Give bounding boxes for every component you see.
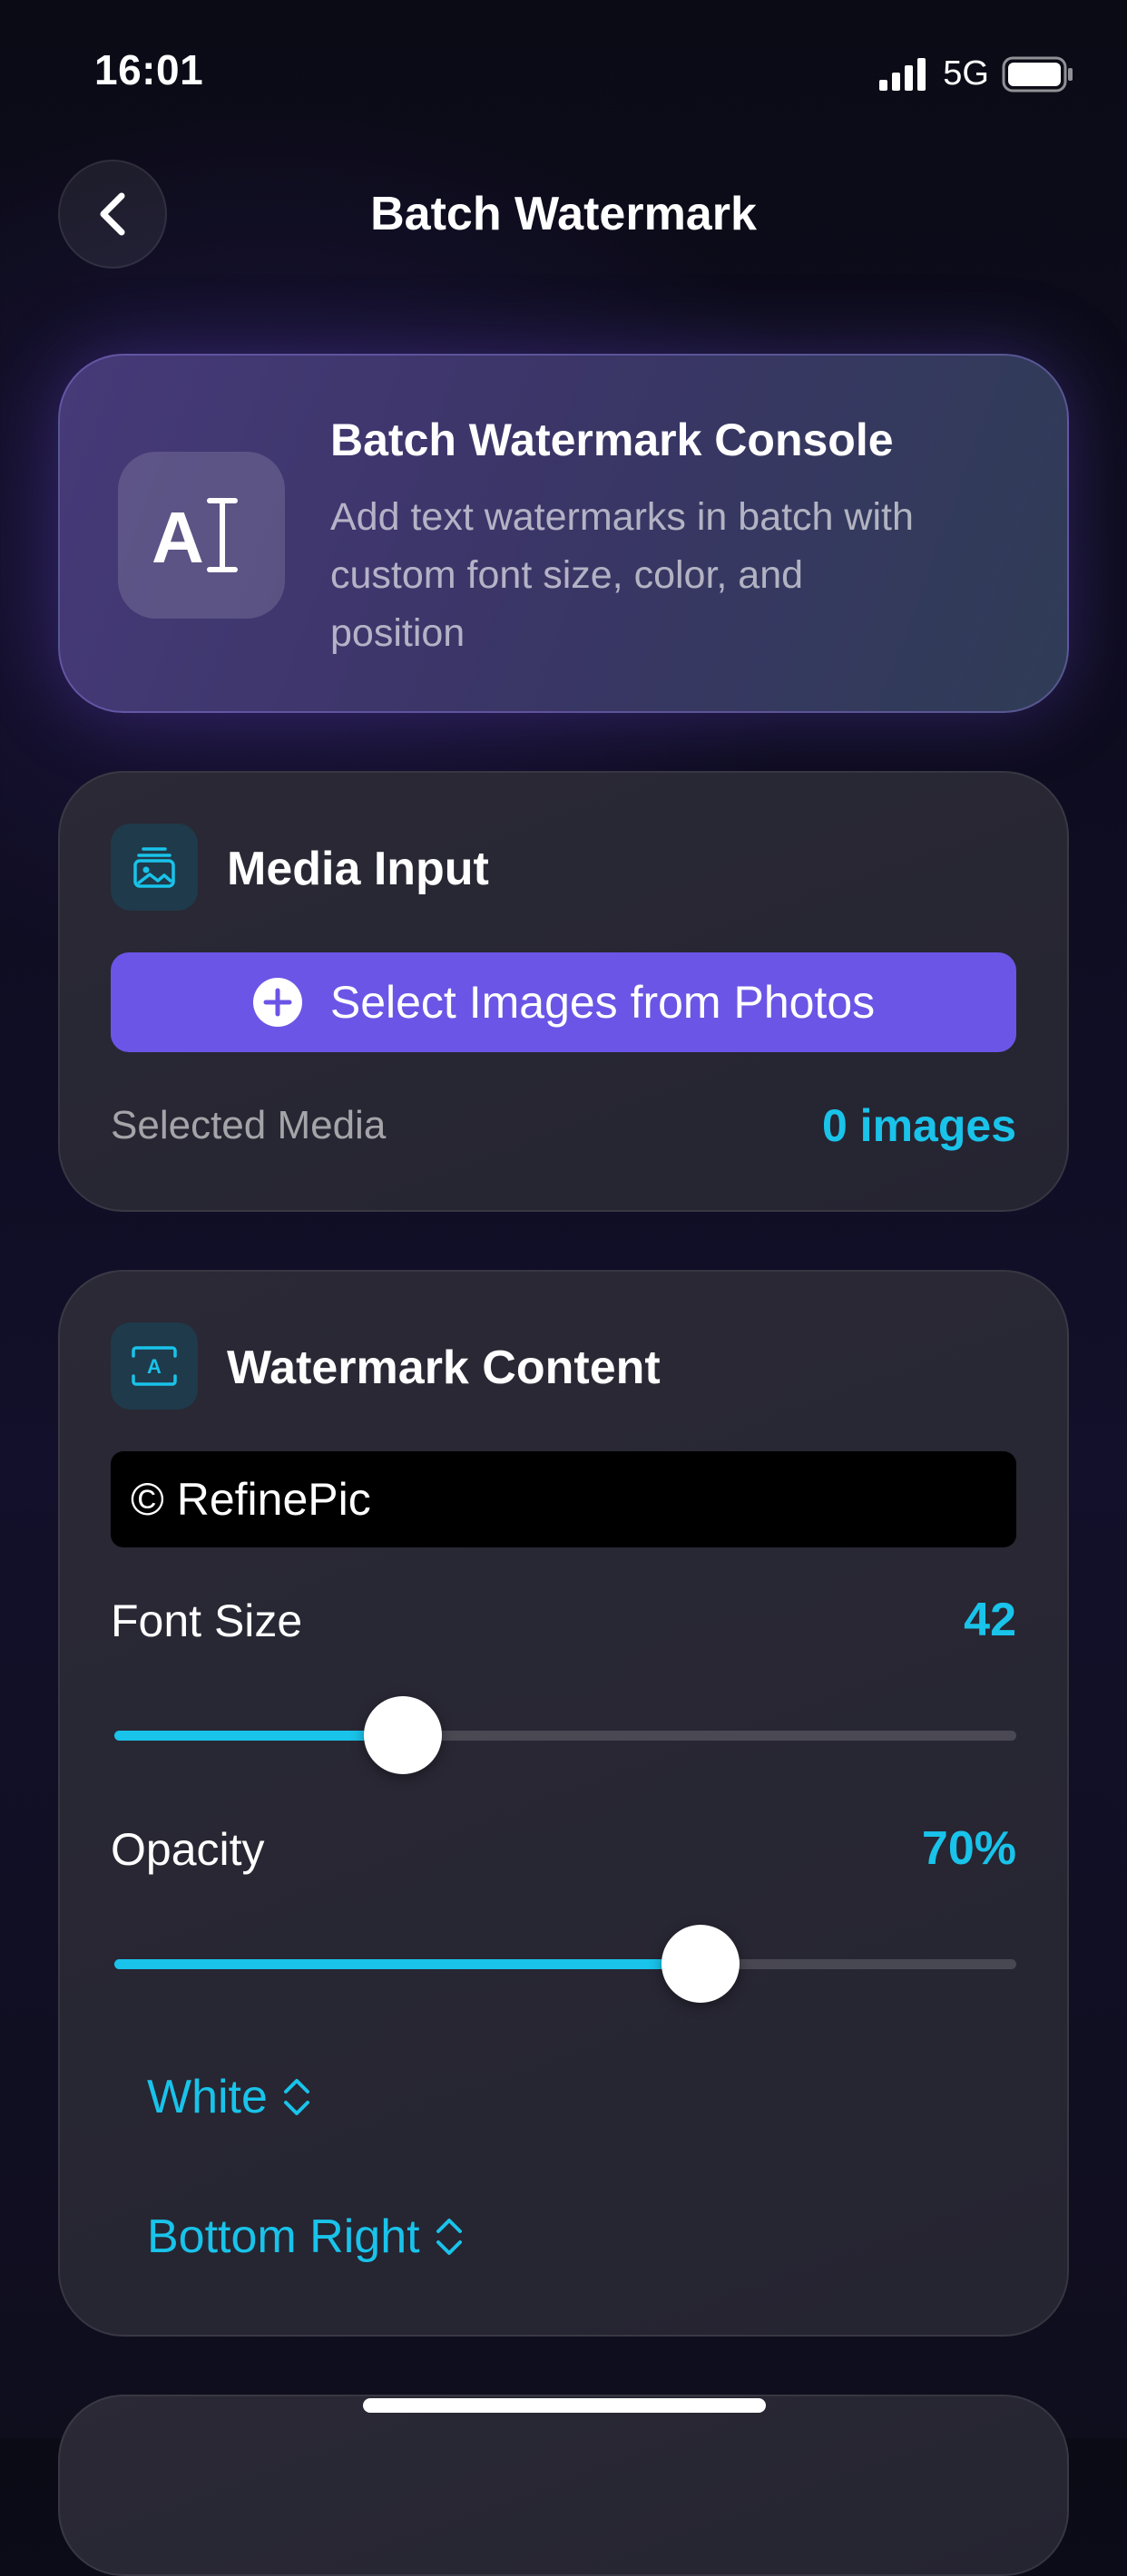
font-size-slider[interactable] xyxy=(114,1694,1016,1776)
watermark-content-title: Watermark Content xyxy=(227,1342,661,1394)
position-picker-value: Bottom Right xyxy=(147,2210,420,2263)
plus-circle-icon xyxy=(252,978,302,1027)
media-input-card: Media Input Select Images from Photos Se… xyxy=(58,771,1069,1212)
color-picker[interactable]: White xyxy=(147,2070,313,2124)
battery-icon xyxy=(1002,56,1073,92)
chevron-updown-icon xyxy=(283,2079,309,2115)
status-indicators: 5G xyxy=(879,54,1074,93)
hero-description: Add text watermarks in batch with custom… xyxy=(330,495,914,655)
opacity-value: 70% xyxy=(921,1822,1016,1875)
color-picker-value: White xyxy=(147,2071,268,2123)
watermark-content-card: A Watermark Content © RefinePic Font Siz… xyxy=(58,1270,1069,2337)
selected-media-count: 0 images xyxy=(821,1100,1016,1151)
font-size-value: 42 xyxy=(964,1594,1016,1646)
chevron-updown-icon xyxy=(436,2219,462,2255)
status-bar: 16:01 5G xyxy=(0,0,1127,145)
text-box-icon: A xyxy=(111,1322,198,1410)
home-indicator[interactable] xyxy=(363,2398,766,2413)
media-input-title: Media Input xyxy=(227,843,489,895)
status-time: 16:01 xyxy=(94,46,204,93)
selected-media-label: Selected Media xyxy=(111,1103,387,1147)
svg-text:A: A xyxy=(147,1355,162,1378)
watermark-text-input[interactable]: © RefinePic xyxy=(111,1451,1016,1547)
signal-icon xyxy=(879,57,926,91)
select-images-button[interactable]: Select Images from Photos xyxy=(111,952,1016,1052)
font-size-slider-fill xyxy=(114,1731,404,1741)
next-card xyxy=(58,2395,1069,2576)
svg-text:A: A xyxy=(152,497,204,578)
opacity-label: Opacity xyxy=(111,1824,265,1875)
photo-stack-icon xyxy=(111,824,198,911)
page-title: Batch Watermark xyxy=(370,188,757,240)
text-cursor-icon: A xyxy=(118,452,285,619)
font-size-label: Font Size xyxy=(111,1595,303,1646)
opacity-slider-fill xyxy=(114,1959,701,1969)
network-label: 5G xyxy=(943,54,989,93)
hero-title: Batch Watermark Console xyxy=(330,415,894,465)
opacity-slider-thumb[interactable] xyxy=(662,1925,740,2003)
select-images-label: Select Images from Photos xyxy=(329,977,876,1028)
hero-card: A Batch Watermark Console Add text water… xyxy=(58,354,1069,713)
font-size-slider-thumb[interactable] xyxy=(364,1696,443,1774)
opacity-slider[interactable] xyxy=(114,1923,1016,2005)
position-picker[interactable]: Bottom Right xyxy=(147,2210,466,2264)
